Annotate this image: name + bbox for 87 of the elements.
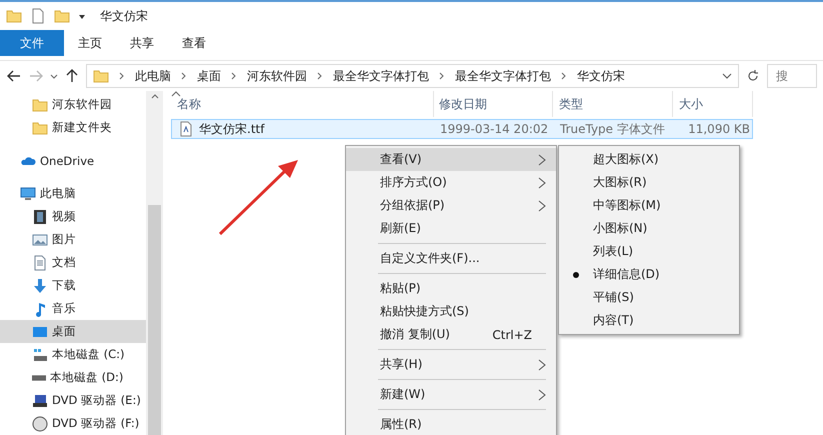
menu-item[interactable]: 中等图标(M) (559, 194, 739, 217)
menu-item[interactable]: 列表(L) (559, 240, 739, 263)
shortcut-label: Ctrl+Z (492, 328, 532, 342)
table-cell-text: 11,090 KB (687, 121, 751, 138)
menu-item[interactable]: 新建(W) (346, 383, 556, 406)
menu-item[interactable]: 粘贴快捷方式(S) (346, 300, 556, 323)
forward-arrow-icon (28, 68, 44, 84)
menu-item[interactable]: 超大图标(X) (559, 148, 739, 171)
breadcrumb[interactable]: 最全华文字体打包 (333, 68, 429, 84)
up-arrow-icon (64, 68, 80, 84)
menu-item[interactable]: 排序方式(O) (346, 171, 556, 194)
menu-item[interactable]: 查看(V) (346, 148, 556, 171)
back-arrow-icon (6, 68, 22, 84)
dropdown-icon (722, 71, 732, 81)
column-header[interactable]: 修改日期 (433, 91, 553, 117)
menu-item[interactable]: 详细信息(D) (559, 263, 739, 286)
menu-item[interactable]: 撤消 复制(U) Ctrl+Z (346, 323, 556, 346)
dropdown-icon (50, 72, 58, 80)
ribbon-tab[interactable]: 查看 (168, 30, 220, 56)
sidebar-item[interactable]: 文档 (0, 251, 146, 274)
dvd-drive-icon (32, 392, 48, 408)
scrollbar[interactable] (146, 91, 163, 435)
disc-icon (32, 416, 48, 432)
chevron-icon (439, 71, 445, 81)
breadcrumb[interactable]: 此电脑 (135, 68, 171, 84)
breadcrumb[interactable]: 最全华文字体打包 (455, 68, 551, 84)
font-file-icon (178, 121, 194, 137)
menu-item[interactable]: 粘贴(P) (346, 277, 556, 300)
breadcrumb[interactable]: 桌面 (197, 68, 221, 84)
sort-caret-icon (171, 91, 181, 97)
sidebar-item[interactable]: 新建文件夹 (0, 116, 146, 139)
chevron-icon (561, 71, 567, 81)
column-header[interactable]: 类型 (553, 91, 673, 117)
sidebar-item[interactable]: 音乐 (0, 297, 146, 320)
film-icon (32, 208, 48, 224)
menu-item[interactable]: 属性(R) (346, 413, 556, 435)
menu-item[interactable]: 小图标(N) (559, 217, 739, 240)
sidebar-item[interactable]: OneDrive (0, 149, 146, 172)
breadcrumb[interactable]: 河东软件园 (247, 68, 307, 84)
chevron-icon (231, 71, 237, 81)
menu-item[interactable]: 刷新(E) (346, 217, 556, 240)
download-arrow-icon (32, 278, 48, 294)
search-field[interactable]: 搜 (767, 64, 817, 88)
menu-item[interactable]: 自定义文件夹(F)... (346, 247, 556, 270)
picture-icon (32, 232, 48, 248)
ribbon-tab[interactable]: 共享 (116, 30, 168, 56)
folder-icon (93, 68, 109, 84)
menu-item[interactable]: 分组依据(P) (346, 194, 556, 217)
menu-item[interactable]: 平铺(S) (559, 286, 739, 309)
sidebar-item[interactable]: 图片 (0, 228, 146, 251)
sidebar-item[interactable]: 河东软件园 (0, 93, 146, 116)
sidebar-item[interactable]: 本地磁盘 (C:) (0, 343, 146, 366)
sidebar-item[interactable]: DVD 驱动器 (E:) (0, 389, 146, 412)
menu-item[interactable]: 大图标(R) (559, 171, 739, 194)
sidebar-item[interactable]: DVD 驱动器 (F:) (0, 412, 146, 435)
drive-icon (32, 374, 46, 380)
sidebar-item[interactable]: 下载 (0, 274, 146, 297)
sidebar-item[interactable]: 桌面 (0, 320, 146, 343)
dropdown-icon (78, 12, 86, 20)
address-bar[interactable]: 此电脑 桌面 河东软件园 最全华文字体打包 最全华文字体打包 华文仿宋 (86, 64, 739, 88)
file-row[interactable]: 华文仿宋.ttf 1999-03-14 20:02 TrueType 字体文件 11,090 KB (171, 119, 753, 139)
sidebar-item[interactable]: 此电脑 (0, 182, 146, 205)
menu-item[interactable]: 共享(H) (346, 353, 556, 376)
chevron-icon (181, 71, 187, 81)
sidebar-item[interactable]: 视频 (0, 205, 146, 228)
drive-icon (32, 346, 48, 362)
computer-icon (20, 186, 36, 202)
folder-icon (32, 120, 48, 136)
column-header[interactable]: 名称 (171, 91, 434, 117)
table-cell-text: 1999-03-14 20:02 (439, 121, 550, 138)
chevron-icon (317, 71, 323, 81)
table-cell: 华文仿宋.ttf (172, 120, 434, 138)
column-header[interactable]: 大小 (673, 91, 753, 117)
sidebar-item[interactable]: 本地磁盘 (D:) (0, 366, 146, 389)
folder-icon (6, 8, 22, 24)
document-icon (32, 254, 48, 270)
properties-icon (30, 8, 46, 24)
ribbon-tab[interactable]: 文件 (0, 30, 64, 56)
menu-item[interactable]: 内容(T) (559, 309, 739, 332)
folder-icon (32, 96, 48, 112)
scrollbar-thumb[interactable] (148, 205, 161, 435)
chevron-icon (119, 71, 125, 81)
breadcrumb[interactable]: 华文仿宋 (577, 68, 625, 84)
window-title: 华文仿宋 (100, 8, 148, 24)
table-cell-text: TrueType 字体文件 (559, 120, 666, 138)
folder-icon (54, 8, 70, 24)
ribbon-tab[interactable]: 主页 (64, 30, 116, 56)
